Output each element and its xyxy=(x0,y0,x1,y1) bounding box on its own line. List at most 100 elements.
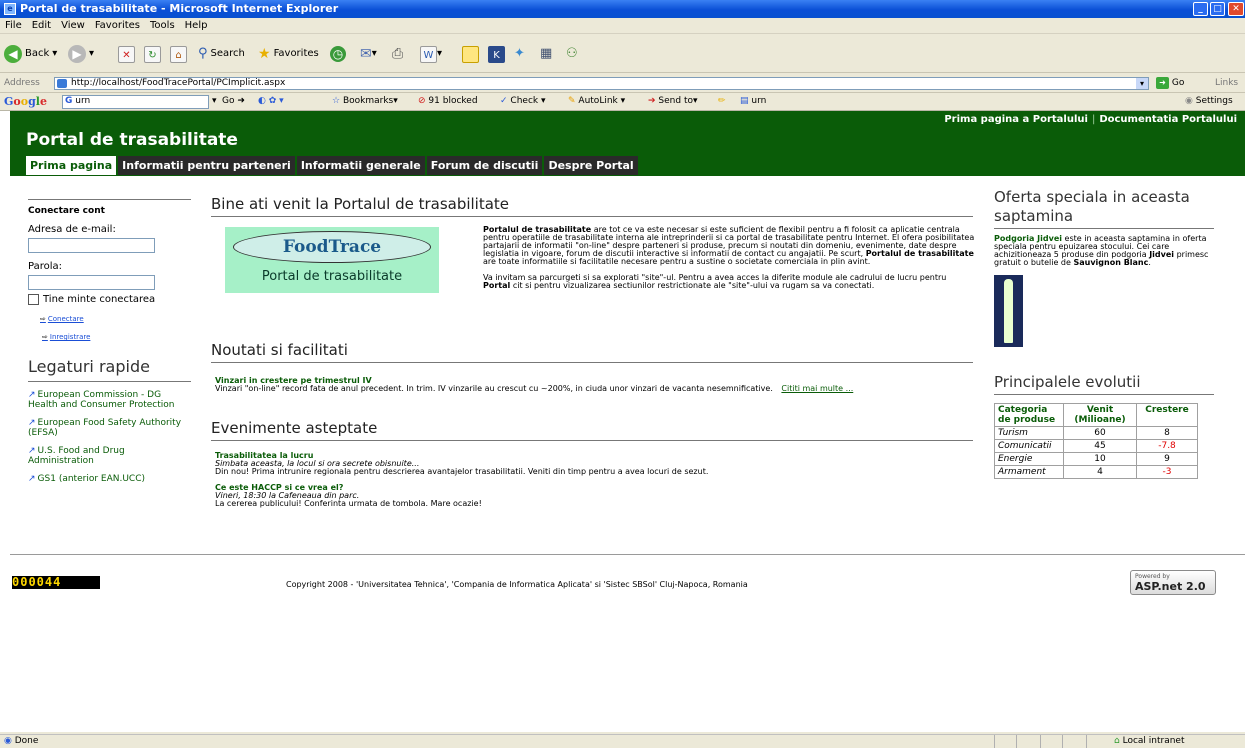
read-more-link[interactable]: Cititi mai multe ... xyxy=(781,384,853,393)
favorites-button[interactable]: ★ Favorites xyxy=(258,44,319,64)
maximize-button[interactable]: □ xyxy=(1210,2,1225,16)
email-field[interactable] xyxy=(28,238,155,253)
event-item: Trasabilitatea la lucru Simbata aceasta,… xyxy=(215,452,955,476)
menu-favorites[interactable]: Favorites xyxy=(90,18,145,33)
header-growth: Crestere xyxy=(1136,403,1198,427)
popup-blocked-button[interactable]: ⊘ 91 blocked xyxy=(418,96,478,106)
top-links: Prima pagina a Portalului | Documentatia P… xyxy=(944,114,1237,125)
quicklink-item[interactable]: ↗ U.S. Food and Drug Administration xyxy=(28,446,191,466)
research-button[interactable]: ▦ xyxy=(540,44,552,64)
wine-bottle-image[interactable] xyxy=(994,275,1023,347)
autolink-button[interactable]: ✎ AutoLink ▾ xyxy=(568,96,625,106)
stop-button[interactable]: ✕ xyxy=(118,44,135,64)
toplink-docs[interactable]: Documentatia Portalului xyxy=(1099,114,1237,125)
messenger-button[interactable]: ✦ xyxy=(514,44,525,64)
text: Vinzari "on-line" record fata de anul pr… xyxy=(215,384,773,393)
home-button[interactable]: ⌂ xyxy=(170,44,187,64)
bold-text: Portal xyxy=(483,281,511,290)
sendto-label: Send to xyxy=(658,96,693,106)
autolink-label: AutoLink xyxy=(578,96,618,106)
nav-prima-pagina[interactable]: Prima pagina xyxy=(26,156,117,175)
google-logo[interactable]: Google xyxy=(4,95,47,108)
refresh-icon: ↻ xyxy=(144,45,161,63)
users-button[interactable]: ⚇ xyxy=(566,44,578,64)
sendto-button[interactable]: ➔ Send to▾ xyxy=(648,96,698,106)
row-income: 45 xyxy=(1063,439,1137,453)
right-column: Oferta speciala in aceasta saptamina Pod… xyxy=(994,188,1214,479)
standard-toolbar: ◀ Back ▾ ▶ ▾ ✕ ↻ ⌂ ⚲ Search ★ Favorites ◷… xyxy=(0,34,1245,73)
forward-button[interactable]: ▶ ▾ xyxy=(68,44,94,64)
menu-file[interactable]: File xyxy=(0,18,27,33)
header-category: Categoria de produse xyxy=(994,403,1064,427)
row-category: Energie xyxy=(994,452,1064,466)
toplink-home[interactable]: Prima pagina a Portalului xyxy=(944,114,1088,125)
nav-informatii-generale[interactable]: Informatii generale xyxy=(296,156,425,175)
page-icon xyxy=(57,79,67,88)
edit-button[interactable]: W ▾ xyxy=(420,44,442,64)
google-g-icon: G xyxy=(65,96,73,106)
nav-informatii-parteneri[interactable]: Informatii pentru parteneri xyxy=(118,156,295,175)
welcome-paragraph: Portalul de trasabilitate are tot ce va … xyxy=(483,226,975,266)
welcome-paragraph: Va invitam sa parcurgeti si sa explorati… xyxy=(483,274,975,290)
search-button[interactable]: ⚲ Search xyxy=(198,44,245,64)
page-content: Prima pagina a Portalului | Documentatia P… xyxy=(0,111,1245,732)
toolbar-k-button[interactable]: K xyxy=(488,44,505,64)
highlight-button[interactable]: ✏ xyxy=(718,96,726,106)
remember-label: Tine minte conectarea xyxy=(43,294,156,305)
users-icon: ⚇ xyxy=(566,46,578,61)
refresh-button[interactable]: ↻ xyxy=(144,44,161,64)
link-arrow-icon: ↗ xyxy=(28,474,36,484)
go-button[interactable]: ➜ Go xyxy=(1156,77,1184,89)
google-search-input[interactable]: G urn xyxy=(62,95,209,109)
history-button[interactable]: ◷ xyxy=(330,44,349,64)
status-zone-label: Local intranet xyxy=(1122,736,1185,746)
row-growth: 8 xyxy=(1136,426,1198,440)
register-link[interactable]: ⇨ Inregistrare xyxy=(42,333,191,341)
k-icon: K xyxy=(488,45,505,63)
close-button[interactable]: ✕ xyxy=(1228,2,1244,16)
menu-help[interactable]: Help xyxy=(180,18,213,33)
spellcheck-button[interactable]: ✓ Check ▾ xyxy=(500,96,546,106)
ie-page-icon: ◉ xyxy=(4,736,12,746)
aspnet-badge[interactable]: Powered by ASP.net 2.0 xyxy=(1130,570,1216,595)
connect-link-label: Conectare xyxy=(47,315,84,323)
offer-bold: Jidvei xyxy=(1149,250,1175,259)
nav-forum[interactable]: Forum de discutii xyxy=(426,156,543,175)
address-input[interactable]: http://localhost/FoodTracePortal/PCImpli… xyxy=(54,77,1149,90)
logo-name: FoodTrace xyxy=(233,231,431,263)
mail-button[interactable]: ✉ ▾ xyxy=(360,44,377,64)
bookmarks-button[interactable]: ☆ Bookmarks▾ xyxy=(332,96,398,106)
events-title: Evenimente asteptate xyxy=(211,419,973,441)
print-button[interactable]: ⎙ xyxy=(392,44,403,64)
spellcheck-icon: ✓ xyxy=(500,96,508,106)
links-button[interactable]: Links xyxy=(1215,78,1238,88)
password-field[interactable] xyxy=(28,275,155,290)
register-link-label: Inregistrare xyxy=(49,333,91,341)
google-dropdown-icon[interactable]: ▾ xyxy=(212,96,217,106)
favorites-label: Favorites xyxy=(273,48,319,59)
nav-despre-portal[interactable]: Despre Portal xyxy=(544,156,638,175)
menu-tools[interactable]: Tools xyxy=(145,18,180,33)
menu-view[interactable]: View xyxy=(56,18,90,33)
foodtrace-logo: FoodTrace Portal de trasabilitate xyxy=(225,227,439,293)
events-list: Trasabilitatea la lucru Simbata aceasta,… xyxy=(215,452,955,508)
urn-button[interactable]: ▤ urn xyxy=(740,96,766,106)
messenger-icon: ✦ xyxy=(514,46,525,61)
minimize-button[interactable]: _ xyxy=(1193,2,1208,16)
site-header: Prima pagina a Portalului | Documentatia P… xyxy=(10,111,1245,176)
remember-checkbox-row[interactable]: Tine minte conectarea xyxy=(28,294,191,305)
settings-button[interactable]: ◉ Settings xyxy=(1185,96,1233,106)
remember-checkbox[interactable] xyxy=(28,294,39,305)
quicklink-item[interactable]: ↗ European Food Safety Authority (EFSA) xyxy=(28,418,191,438)
google-go-button[interactable]: Go ➜ xyxy=(222,96,245,106)
quicklink-item[interactable]: ↗ European Commission - DG Health and Con… xyxy=(28,390,191,410)
connect-link[interactable]: ⇨ Conectare xyxy=(40,315,191,323)
left-column: Conectare cont Adresa de e-mail: Parola:… xyxy=(28,199,191,484)
quicklink-item[interactable]: ↗ GS1 (anterior EAN.UCC) xyxy=(28,474,191,484)
back-button[interactable]: ◀ Back ▾ xyxy=(4,44,57,64)
discuss-button[interactable] xyxy=(462,44,479,64)
address-dropdown-icon[interactable]: ▾ xyxy=(1136,78,1148,89)
quicklink-label: GS1 (anterior EAN.UCC) xyxy=(37,474,145,484)
menu-edit[interactable]: Edit xyxy=(27,18,56,33)
google-highlight-icon[interactable]: ◐ ✿ ▾ xyxy=(258,96,284,106)
